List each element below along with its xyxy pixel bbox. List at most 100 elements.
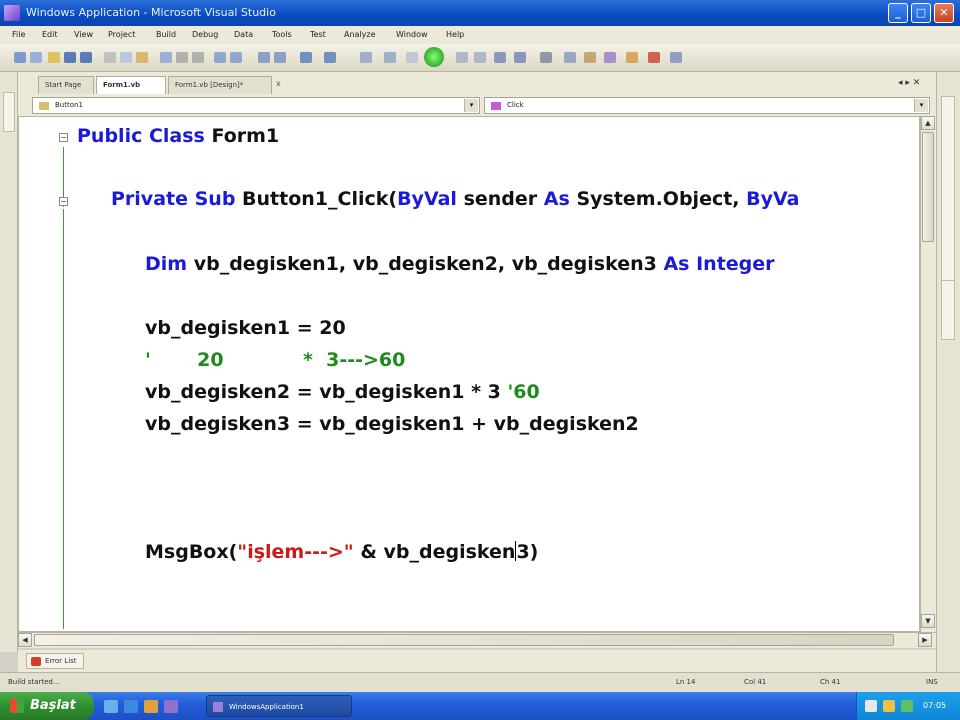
scroll-right-icon[interactable]: ▶	[918, 633, 932, 647]
collapse-class-toggle[interactable]: −	[59, 133, 68, 142]
paste-icon[interactable]	[136, 52, 148, 63]
menu-debug[interactable]: Debug	[192, 30, 218, 39]
step-out-icon[interactable]	[494, 52, 506, 63]
internet-explorer-icon[interactable]	[124, 700, 138, 713]
network-icon[interactable]	[865, 700, 877, 712]
security-icon[interactable]	[901, 700, 913, 712]
code-line-dim: Dim vb_degisken1, vb_degisken2, vb_degis…	[145, 253, 775, 275]
bottom-tool-tabs: Error List	[18, 650, 936, 672]
media-player-icon[interactable]	[144, 700, 158, 713]
volume-icon[interactable]	[883, 700, 895, 712]
scroll-left-icon[interactable]: ◀	[18, 633, 32, 647]
solution-explorer-icon[interactable]	[564, 52, 576, 63]
menu-bar: File Edit View Project Build Debug Data …	[0, 26, 960, 44]
step-over-icon[interactable]	[474, 52, 486, 63]
properties-tab[interactable]	[941, 280, 955, 340]
code-line-assign2: vb_degisken2 = vb_degisken1 * 3 '60	[145, 381, 540, 403]
find-in-files-icon[interactable]	[540, 52, 552, 63]
breakpoint-icon[interactable]	[514, 52, 526, 63]
status-column: Col 41	[744, 678, 767, 686]
save-icon[interactable]	[64, 52, 76, 63]
scroll-up-icon[interactable]: ▲	[921, 116, 935, 130]
solution-explorer-tab[interactable]	[941, 96, 955, 286]
find-icon[interactable]	[160, 52, 172, 63]
menu-tools[interactable]: Tools	[272, 30, 292, 39]
menu-view[interactable]: View	[74, 30, 93, 39]
add-item-icon[interactable]	[30, 52, 42, 63]
tab-close-icon[interactable]: x	[276, 79, 281, 88]
options-icon[interactable]	[670, 52, 682, 63]
left-tool-strip	[0, 72, 18, 652]
properties-icon[interactable]	[584, 52, 596, 63]
chevron-down-icon[interactable]: ▾	[464, 99, 478, 112]
document-tabs: Start Page Form1.vb Form1.vb [Design]* x…	[18, 72, 936, 94]
outdent-icon[interactable]	[230, 52, 242, 63]
copy-icon[interactable]	[120, 52, 132, 63]
taskbar-window-button[interactable]: WindowsApplication1	[206, 695, 352, 717]
menu-build[interactable]: Build	[156, 30, 176, 39]
start-debug-icon[interactable]	[406, 52, 418, 63]
code-line-assign1: vb_degisken1 = 20	[145, 317, 346, 339]
collapse-sub-toggle[interactable]: −	[59, 197, 68, 206]
object-browser-icon[interactable]	[604, 52, 616, 63]
menu-data[interactable]: Data	[234, 30, 253, 39]
visual-studio-icon	[213, 702, 223, 712]
close-button[interactable]: ✕	[934, 3, 954, 23]
uncomment-icon[interactable]	[192, 52, 204, 63]
comment-icon[interactable]	[176, 52, 188, 63]
save-all-icon[interactable]	[80, 52, 92, 63]
show-desktop-icon[interactable]	[104, 700, 118, 713]
toolbox-icon[interactable]	[626, 52, 638, 63]
clock: 07:05	[923, 701, 947, 710]
scroll-down-icon[interactable]: ▼	[921, 614, 935, 628]
class-name-dropdown[interactable]: Button1 ▾	[32, 97, 480, 114]
open-file-icon[interactable]	[48, 52, 60, 63]
start-button[interactable]: Başlat	[0, 692, 94, 720]
windows-flag-icon	[10, 699, 24, 713]
horizontal-scroll-thumb[interactable]	[34, 634, 894, 646]
code-line-sub: Private Sub Button1_Click(ByVal sender A…	[111, 188, 800, 210]
status-line: Ln 14	[676, 678, 696, 686]
vertical-scrollbar[interactable]: ▲ ▼	[920, 116, 936, 632]
code-editor[interactable]: − − Public Class Form1 Private Sub Butto…	[18, 116, 920, 632]
error-list-icon	[31, 657, 41, 666]
button-object-icon	[39, 102, 49, 110]
undo-icon[interactable]	[300, 52, 312, 63]
horizontal-scrollbar[interactable]: ◀ ▶	[18, 632, 936, 648]
indent-icon[interactable]	[214, 52, 226, 63]
step-into-icon[interactable]	[456, 52, 468, 63]
bookmark-icon[interactable]	[274, 52, 286, 63]
start-page-icon[interactable]	[648, 52, 660, 63]
menu-file[interactable]: File	[12, 30, 25, 39]
editor-gutter	[19, 117, 57, 631]
menu-analyze[interactable]: Analyze	[344, 30, 376, 39]
tab-form1-code[interactable]: Form1.vb	[96, 76, 166, 94]
method-name-dropdown[interactable]: Click ▾	[484, 97, 930, 114]
windows-taskbar: Başlat WindowsApplication1 07:05	[0, 692, 960, 720]
navigate-forward-icon[interactable]	[384, 52, 396, 63]
new-project-icon[interactable]	[14, 52, 26, 63]
mouse-cursor-highlight-icon	[424, 47, 444, 67]
code-line-msgbox: MsgBox("işlem--->" & vb_degisken3)	[145, 541, 539, 563]
menu-project[interactable]: Project	[108, 30, 135, 39]
tab-navigation-controls[interactable]: ◂ ▸ ✕	[898, 78, 920, 88]
chevron-down-icon[interactable]: ▾	[914, 99, 928, 112]
menu-help[interactable]: Help	[446, 30, 464, 39]
tab-error-list[interactable]: Error List	[26, 653, 84, 669]
format-icon[interactable]	[258, 52, 270, 63]
tab-start-page[interactable]: Start Page	[38, 76, 94, 94]
maximize-button[interactable]: □	[911, 3, 931, 23]
minimize-button[interactable]: _	[888, 3, 908, 23]
vertical-scroll-thumb[interactable]	[922, 132, 934, 242]
standard-toolbar	[0, 44, 960, 72]
menu-test[interactable]: Test	[310, 30, 326, 39]
quick-launch-icon[interactable]	[164, 700, 178, 713]
tab-form1-design[interactable]: Form1.vb [Design]*	[168, 76, 272, 94]
redo-icon[interactable]	[324, 52, 336, 63]
cut-icon[interactable]	[104, 52, 116, 63]
navigate-back-icon[interactable]	[360, 52, 372, 63]
menu-edit[interactable]: Edit	[42, 30, 58, 39]
toolbox-tab[interactable]	[3, 92, 15, 132]
visual-studio-icon	[4, 5, 20, 21]
menu-window[interactable]: Window	[396, 30, 428, 39]
